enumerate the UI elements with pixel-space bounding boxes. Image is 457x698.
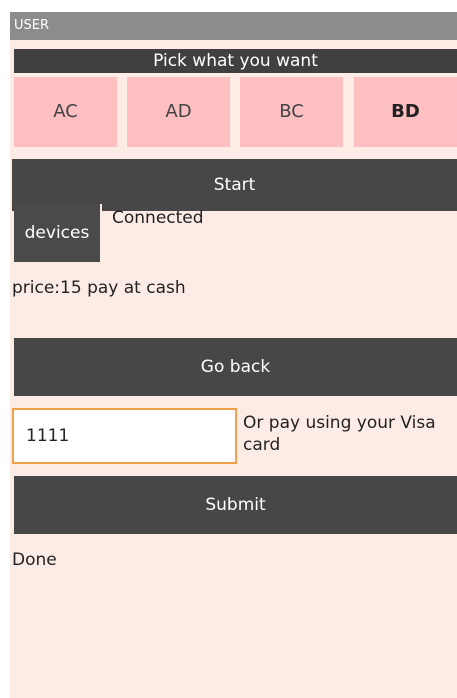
done-status: Done (12, 550, 57, 570)
go-back-button[interactable]: Go back (14, 338, 457, 396)
app-screen: USER Pick what you want AC AD BC BD Star… (10, 12, 457, 698)
choice-group: AC AD BC BD (14, 77, 457, 147)
submit-button[interactable]: Submit (14, 476, 457, 534)
choice-bc-button[interactable]: BC (240, 77, 343, 147)
connection-status: Connected (112, 208, 204, 228)
choice-ac-button[interactable]: AC (14, 77, 117, 147)
price-text: price:15 pay at cash (12, 278, 186, 298)
devices-button[interactable]: devices (14, 204, 102, 262)
choice-bd-button[interactable]: BD (354, 77, 457, 147)
visa-label: Or pay using your Visa card (243, 413, 436, 455)
visa-card-input[interactable] (12, 408, 237, 464)
app-title: USER (10, 12, 457, 40)
pick-header: Pick what you want (14, 49, 457, 73)
choice-ad-button[interactable]: AD (127, 77, 230, 147)
